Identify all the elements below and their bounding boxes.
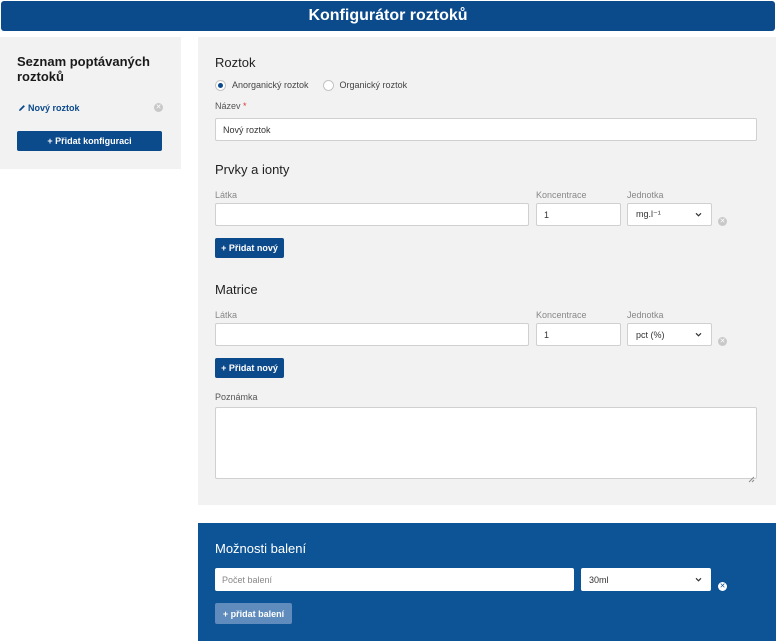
package-size-value: 30ml xyxy=(589,574,609,585)
add-package-button[interactable]: + přidat balení xyxy=(215,603,292,624)
matrix-unit-value: pct (%) xyxy=(636,329,665,340)
sidebar-title: Seznam poptávaných roztoků xyxy=(17,54,150,84)
close-icon: ✕ xyxy=(718,582,727,591)
matrix-concentration-input[interactable]: 1 xyxy=(536,323,621,346)
elements-substance-label: Látka xyxy=(215,190,238,200)
elements-unit-value: mg.l⁻¹ xyxy=(636,209,661,219)
name-input[interactable]: Nový roztok xyxy=(215,118,757,141)
close-icon: ✕ xyxy=(718,217,727,226)
chevron-down-icon xyxy=(694,210,703,219)
matrix-unit-label: Jednotka xyxy=(627,310,664,320)
radio-organic[interactable] xyxy=(322,79,334,91)
package-count-input[interactable]: Počet balení xyxy=(215,568,574,591)
package-row-remove[interactable]: ✕ xyxy=(718,575,727,591)
solution-section-title: Roztok xyxy=(215,55,256,70)
note-label: Poznámka xyxy=(215,392,258,402)
note-textarea[interactable] xyxy=(215,407,757,483)
radio-inorganic[interactable] xyxy=(215,79,226,91)
page-title: Konfigurátor roztoků xyxy=(308,7,468,24)
radio-inorganic-label[interactable]: Anorganický roztok xyxy=(232,80,309,90)
matrix-substance-input[interactable] xyxy=(215,323,529,346)
pencil-icon xyxy=(17,104,26,113)
sidebar-item-new-solution[interactable]: Nový roztok ✕ xyxy=(17,101,165,115)
solution-form: Roztok Anorganický roztok Organický rozt… xyxy=(198,37,776,505)
add-configuration-button[interactable]: + Přidat konfiguraci xyxy=(17,131,162,151)
packaging-panel: Možnosti balení Počet balení 30ml ✕ + př… xyxy=(198,523,776,641)
elements-concentration-input[interactable]: 1 xyxy=(536,203,621,226)
elements-unit-label: Jednotka xyxy=(627,190,664,200)
solution-type-group: Anorganický roztok Organický roztok xyxy=(215,78,421,92)
elements-substance-input[interactable] xyxy=(215,203,529,226)
chevron-down-icon xyxy=(694,330,703,339)
chevron-down-icon xyxy=(694,575,703,584)
app-header: Konfigurátor roztoků xyxy=(1,1,775,31)
packaging-section-title: Možnosti balení xyxy=(215,541,307,556)
close-icon: ✕ xyxy=(718,337,727,346)
sidebar-item-label: Nový roztok xyxy=(28,103,80,113)
resize-grip-icon[interactable] xyxy=(748,470,755,483)
elements-add-button[interactable]: + Přidat nový xyxy=(215,238,284,258)
elements-section-title: Prvky a ionty xyxy=(215,162,290,177)
matrix-substance-label: Látka xyxy=(215,310,238,320)
matrix-concentration-label: Koncentrace xyxy=(536,310,587,320)
solution-list-sidebar: Seznam poptávaných roztoků Nový roztok ✕… xyxy=(0,37,181,169)
elements-unit-select[interactable]: mg.l⁻¹ xyxy=(627,203,712,226)
matrix-row-remove[interactable]: ✕ xyxy=(718,330,727,346)
radio-organic-label[interactable]: Organický roztok xyxy=(340,80,408,90)
matrix-section-title: Matrice xyxy=(215,282,258,297)
elements-row-remove[interactable]: ✕ xyxy=(718,210,727,226)
matrix-add-button[interactable]: + Přidat nový xyxy=(215,358,284,378)
required-marker: * xyxy=(243,101,247,111)
package-size-select[interactable]: 30ml xyxy=(581,568,711,591)
remove-item-icon[interactable]: ✕ xyxy=(154,103,163,112)
elements-concentration-label: Koncentrace xyxy=(536,190,587,200)
matrix-unit-select[interactable]: pct (%) xyxy=(627,323,712,346)
name-field-label: Název * xyxy=(215,101,247,111)
